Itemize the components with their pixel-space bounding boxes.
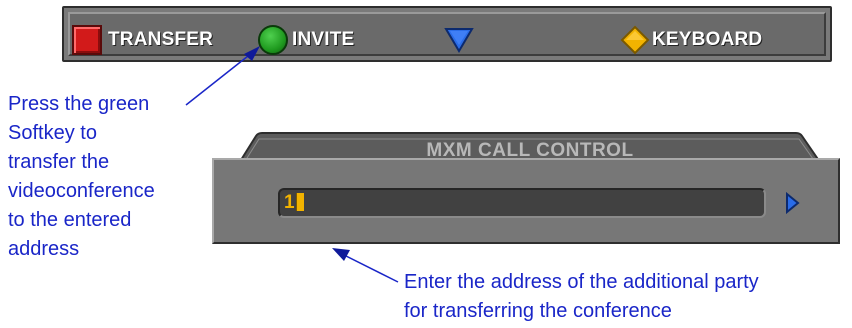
address-arrowhead	[332, 248, 350, 261]
callout-line: videoconference	[8, 180, 155, 202]
callout-line: Press the green	[8, 93, 150, 115]
green-softkey-arrowhead	[244, 46, 260, 61]
callout-line: for transferring the conference	[404, 300, 672, 322]
callout-line: Softkey to	[8, 122, 97, 144]
green-softkey-callout: Press the green Softkey to transfer the …	[8, 90, 208, 264]
callout-line: address	[8, 238, 80, 260]
address-callout: Enter the address of the additional part…	[404, 268, 844, 326]
callout-line: Enter the address of the additional part…	[404, 271, 759, 293]
address-arrow-line	[341, 253, 399, 283]
callout-line: to the entered	[8, 209, 132, 231]
callout-line: transfer the	[8, 151, 110, 173]
